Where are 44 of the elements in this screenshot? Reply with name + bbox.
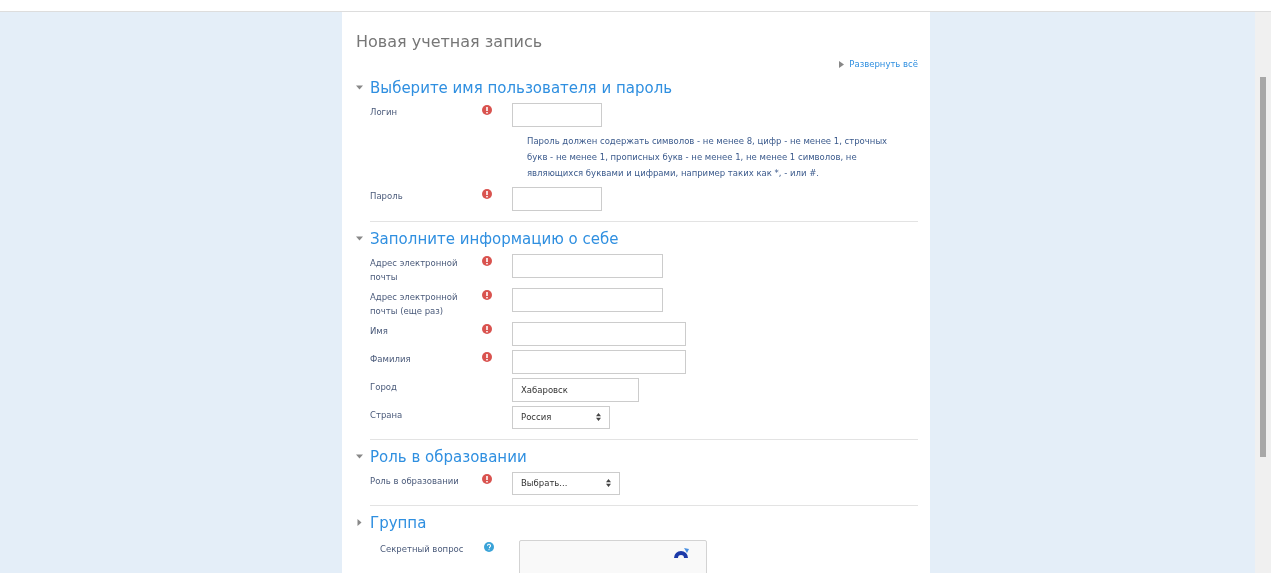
required-icon: [482, 289, 492, 300]
required-icon: [482, 255, 492, 266]
section-heading[interactable]: Заполните информацию о себе: [370, 227, 619, 250]
required-icon: [482, 323, 492, 334]
expand-caret-icon: [839, 60, 845, 68]
select-dropdown[interactable]: Россия: [512, 405, 610, 429]
text-input[interactable]: [512, 349, 686, 374]
scrollbar[interactable]: [1255, 12, 1271, 573]
text-input[interactable]: [512, 287, 663, 312]
required-icon: [482, 104, 492, 115]
password-rules-text: Пароль должен содержать символов - не менее 8, цифр - не менее 1, строчных букв - не менее 1, прописных букв - не менее 1, не менее 1 символов, не являющихся буквами и цифрами, например таких как *, - или #.: [527, 134, 889, 180]
field-label: Фамилия: [370, 352, 412, 366]
field-label: Роль в образовании: [370, 474, 460, 488]
section-heading[interactable]: Выберите имя пользователя и пароль: [370, 76, 673, 99]
expand-caret-icon[interactable]: [356, 519, 363, 527]
field-label: Страна: [370, 408, 404, 422]
field-label: Секретный вопрос: [380, 542, 465, 556]
sort-caret-icon: [606, 479, 611, 488]
refresh-logo-icon: [672, 545, 690, 560]
field-label: Адрес электронной почты (еще раз): [370, 290, 459, 318]
section-heading[interactable]: Группа: [370, 511, 427, 534]
text-input[interactable]: [512, 253, 663, 278]
select-dropdown[interactable]: Выбрать...: [512, 471, 620, 495]
collapse-caret-icon[interactable]: [356, 235, 363, 243]
collapse-caret-icon[interactable]: [356, 453, 363, 461]
field-label: Имя: [370, 324, 389, 338]
field-label: Логин: [370, 105, 399, 119]
required-icon: [482, 188, 492, 199]
field-label: Адрес электронной почты: [370, 256, 459, 284]
field-label: Город: [370, 380, 398, 394]
text-input[interactable]: Хабаровск: [512, 377, 639, 402]
collapse-caret-icon[interactable]: [356, 84, 363, 92]
field-label: Пароль: [370, 189, 404, 203]
sort-caret-icon: [596, 413, 601, 422]
required-icon: [482, 351, 492, 362]
text-input[interactable]: [512, 102, 602, 127]
expand-all-link[interactable]: Развернуть всё: [849, 58, 918, 71]
page-title: Новая учетная запись: [356, 31, 544, 53]
help-icon[interactable]: [484, 541, 494, 552]
text-input[interactable]: [512, 186, 602, 211]
captcha-box[interactable]: [519, 539, 707, 573]
text-input[interactable]: [512, 321, 686, 346]
section-heading[interactable]: Роль в образовании: [370, 445, 527, 468]
required-icon: [482, 473, 492, 484]
